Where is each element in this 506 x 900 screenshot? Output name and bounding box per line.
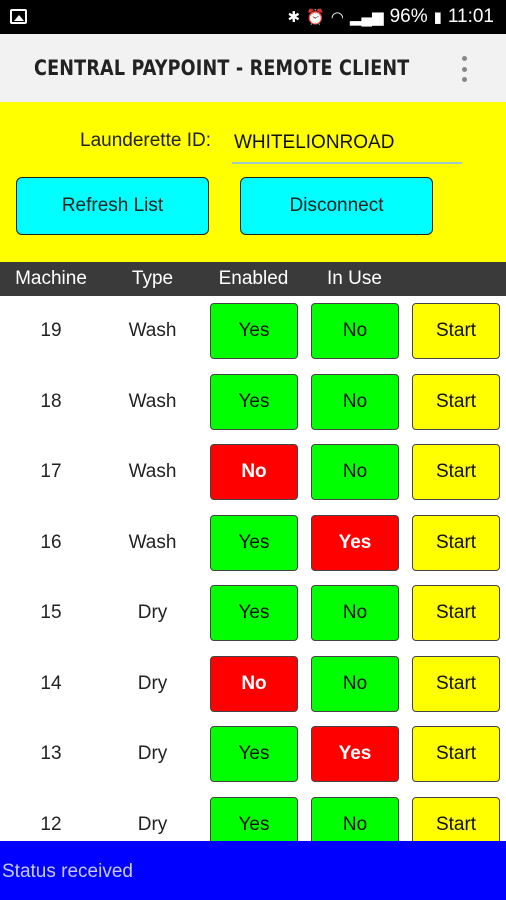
table-row: 18 Wash Yes No Start (0, 367, 506, 438)
start-button[interactable]: Start (412, 655, 500, 712)
start-button[interactable]: Start (412, 796, 500, 841)
start-button[interactable]: Start (412, 726, 500, 782)
clock: 11:01 (447, 6, 494, 27)
table-row: 12 Dry Yes No Start (0, 790, 506, 841)
enabled-toggle[interactable]: No (210, 655, 298, 712)
enabled-toggle[interactable]: Yes (210, 514, 298, 571)
in-use-toggle[interactable]: Yes (311, 514, 399, 571)
machine-type: Wash (128, 461, 177, 482)
status-message: Status received (2, 861, 133, 882)
in-use-toggle[interactable]: No (311, 796, 399, 841)
status-icons: ✱ ⏰ ◠ ▂▄▆ 96% ▮ 11:01 (288, 0, 495, 34)
more-vert-icon[interactable] (458, 56, 470, 82)
machine-type: Dry (137, 743, 168, 764)
machine-type: Wash (128, 531, 177, 553)
battery-icon: ▮ (433, 8, 442, 26)
in-use-toggle[interactable]: No (311, 303, 399, 359)
enabled-toggle[interactable]: Yes (210, 373, 298, 430)
machine-type: Wash (128, 390, 177, 412)
enabled-toggle[interactable]: Yes (210, 585, 298, 641)
header-machine: Machine (15, 268, 87, 289)
enabled-toggle[interactable]: Yes (210, 303, 298, 359)
machine-type: Dry (137, 602, 168, 623)
enabled-toggle[interactable]: No (210, 444, 298, 500)
app-title: CENTRAL PAYPOINT - REMOTE CLIENT (34, 56, 410, 80)
machine-number: 12 (40, 813, 62, 835)
disconnect-button[interactable]: Disconnect (240, 177, 433, 235)
enabled-toggle[interactable]: Yes (210, 726, 298, 782)
machine-list[interactable]: 19 Wash Yes No Start 18 Wash Yes No Star… (0, 296, 506, 841)
start-button[interactable]: Start (412, 303, 500, 359)
header-type: Type (131, 268, 174, 289)
machine-number: 17 (40, 461, 62, 482)
launderette-id-input[interactable] (232, 124, 462, 164)
in-use-toggle[interactable]: No (311, 373, 399, 430)
bluetooth-icon: ✱ (287, 8, 301, 26)
enabled-toggle[interactable]: Yes (210, 796, 298, 841)
header-in-use: In Use (327, 268, 382, 289)
machine-number: 13 (40, 743, 62, 764)
in-use-toggle[interactable]: Yes (311, 726, 399, 782)
refresh-list-button[interactable]: Refresh List (16, 177, 209, 235)
table-row: 19 Wash Yes No Start (0, 296, 506, 367)
in-use-toggle[interactable]: No (311, 585, 399, 641)
table-row: 14 Dry No No Start (0, 649, 506, 720)
launderette-id-label: Launderette ID: (80, 130, 211, 151)
in-use-toggle[interactable]: No (311, 655, 399, 712)
machine-number: 15 (40, 602, 62, 623)
table-header: Machine Type Enabled In Use (0, 262, 506, 296)
battery-percent: 96% (389, 6, 428, 27)
signal-icon: ▂▄▆ (349, 8, 384, 26)
wifi-icon: ◠ (330, 8, 344, 26)
start-button[interactable]: Start (412, 585, 500, 641)
table-row: 16 Wash Yes Yes Start (0, 508, 506, 579)
in-use-toggle[interactable]: No (311, 444, 399, 500)
machine-number: 16 (40, 531, 62, 553)
gallery-icon (10, 9, 27, 24)
connection-panel: Launderette ID: Refresh List Disconnect (0, 102, 506, 262)
status-message-bar: Status received (0, 841, 506, 900)
alarm-icon: ⏰ (306, 8, 325, 26)
machine-type: Wash (128, 320, 177, 341)
table-row: 15 Dry Yes No Start (0, 578, 506, 649)
system-status-bar: ✱ ⏰ ◠ ▂▄▆ 96% ▮ 11:01 (0, 0, 506, 34)
machine-number: 14 (40, 672, 62, 694)
table-row: 17 Wash No No Start (0, 437, 506, 508)
table-row: 13 Dry Yes Yes Start (0, 719, 506, 790)
app-bar: CENTRAL PAYPOINT - REMOTE CLIENT (0, 34, 506, 102)
start-button[interactable]: Start (412, 444, 500, 500)
start-button[interactable]: Start (412, 373, 500, 430)
header-enabled: Enabled (218, 268, 289, 289)
machine-number: 19 (40, 320, 62, 341)
machine-number: 18 (40, 390, 62, 412)
machine-type: Dry (137, 813, 168, 835)
start-button[interactable]: Start (412, 514, 500, 571)
machine-type: Dry (137, 672, 168, 694)
